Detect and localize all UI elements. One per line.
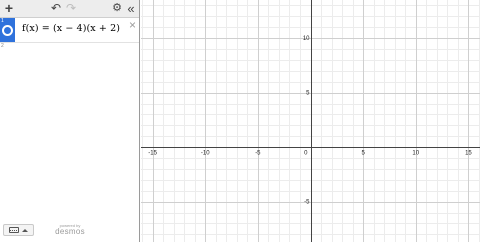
undo-icon[interactable]: ↶: [49, 1, 63, 15]
expression-input[interactable]: f(x) = (x − 4)(x + 2): [22, 23, 120, 34]
next-expression-index: 2: [1, 43, 4, 49]
expression-index: 1: [1, 18, 4, 24]
x-tick-label: 0: [304, 151, 308, 157]
expression-panel: + ↶ ↷ ⚙ « 1 f(x) = (x − 4)(x + 2) × 2 po…: [0, 0, 140, 242]
minor-gridlines: [141, 0, 480, 242]
y-tick-label: 10: [303, 36, 310, 42]
desmos-logo-text: desmos: [55, 227, 85, 236]
x-tick-label: 10: [412, 151, 419, 157]
gear-icon[interactable]: ⚙: [110, 1, 124, 15]
redo-icon[interactable]: ↷: [64, 1, 78, 15]
y-tick-label: -5: [304, 200, 310, 206]
powered-by-desmos: powered by desmos: [53, 223, 87, 236]
expression-toolbar: + ↶ ↷ ⚙ «: [0, 0, 139, 18]
graph-paper[interactable]: -15 -10 -5 0 5 10 15 10 5 -5: [141, 0, 480, 242]
keyboard-toggle-button[interactable]: [3, 224, 34, 236]
x-tick-label: -10: [201, 151, 210, 157]
axes: [141, 0, 480, 242]
x-tick-label: 5: [361, 151, 365, 157]
x-tick-label: 15: [465, 151, 472, 157]
x-tick-labels: -15 -10 -5 0 5 10 15: [148, 151, 472, 157]
delete-expression-icon[interactable]: ×: [129, 19, 136, 31]
keyboard-icon: [9, 227, 19, 233]
major-gridlines: [141, 0, 480, 242]
x-tick-label: -15: [148, 151, 157, 157]
expression-row[interactable]: 1 f(x) = (x − 4)(x + 2) ×: [0, 18, 139, 43]
double-chevron-left-icon[interactable]: «: [124, 1, 138, 15]
caret-up-icon: [22, 228, 28, 232]
show-hide-circle-icon[interactable]: [2, 25, 13, 36]
x-tick-label: -5: [255, 151, 261, 157]
plus-icon[interactable]: +: [2, 1, 16, 15]
expression-color-tab[interactable]: 1: [0, 18, 15, 42]
